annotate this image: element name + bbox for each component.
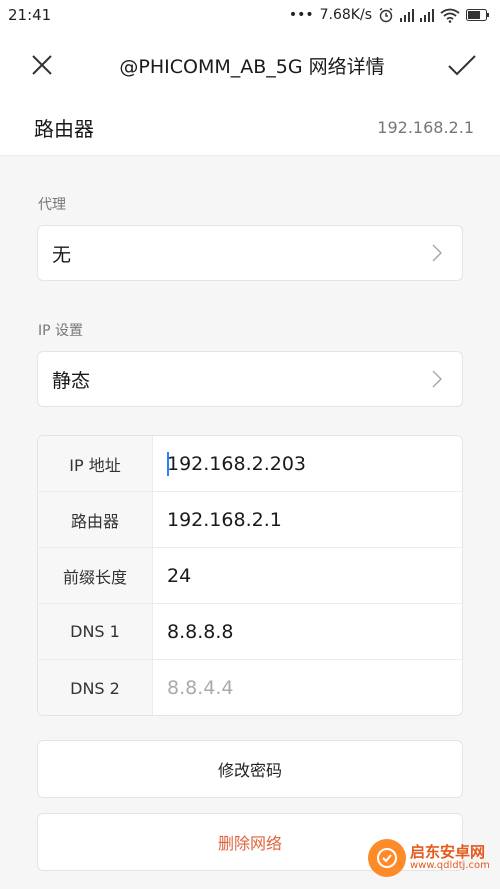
status-time: 21:41 [8, 6, 52, 24]
watermark-text: 启东安卓网 www.qdldtj.com [410, 844, 490, 872]
confirm-button[interactable] [442, 45, 482, 85]
ip-settings-section-label: IP 设置 [38, 323, 84, 339]
page-title: @PHICOMM_AB_5G 网络详情 [119, 55, 385, 78]
ip-address-label: IP 地址 [38, 436, 153, 491]
title-bar: @PHICOMM_AB_5G 网络详情 [0, 30, 500, 100]
dns1-input[interactable]: 8.8.8.8 [153, 604, 462, 659]
proxy-select[interactable]: 无 [37, 225, 463, 281]
check-icon [448, 55, 476, 76]
text-cursor [167, 452, 169, 476]
router-info-row: 路由器 192.168.2.1 [0, 100, 500, 156]
ip-address-row: IP 地址 192.168.2.203 [38, 436, 462, 492]
alarm-icon [379, 7, 393, 23]
prefix-length-input[interactable]: 24 [153, 548, 462, 603]
signal-icon [400, 8, 414, 22]
close-icon [32, 55, 52, 75]
watermark: 启东安卓网 www.qdldtj.com [368, 826, 500, 889]
gateway-label: 路由器 [38, 492, 153, 547]
ip-settings-select[interactable]: 静态 [37, 351, 463, 407]
dns2-placeholder: 8.8.4.4 [167, 677, 234, 699]
chevron-right-icon [432, 370, 442, 388]
dns1-value: 8.8.8.8 [167, 620, 234, 643]
ip-settings-value: 静态 [52, 369, 91, 392]
watermark-name: 启东安卓网 [410, 842, 486, 861]
dns2-row: DNS 2 8.8.4.4 [38, 660, 462, 715]
dns2-input[interactable]: 8.8.4.4 [153, 660, 462, 715]
prefix-length-row: 前缀长度 24 [38, 548, 462, 604]
ip-address-value: 192.168.2.203 [167, 452, 307, 475]
ip-address-input[interactable]: 192.168.2.203 [153, 436, 462, 491]
chevron-right-icon [432, 244, 442, 262]
dns1-row: DNS 1 8.8.8.8 [38, 604, 462, 660]
watermark-logo-icon [368, 838, 406, 877]
dns1-label: DNS 1 [38, 604, 153, 659]
proxy-section-label: 代理 [38, 197, 66, 213]
watermark-url: www.qdldtj.com [410, 860, 490, 872]
prefix-length-value: 24 [167, 564, 192, 587]
close-button[interactable] [22, 45, 62, 85]
status-bar: 21:41 ••• 7.68K/s [0, 0, 500, 30]
signal-icon-2 [420, 8, 434, 22]
gateway-row: 路由器 192.168.2.1 [38, 492, 462, 548]
status-indicators: ••• 7.68K/s [289, 7, 490, 23]
router-label: 路由器 [34, 117, 94, 141]
status-dots: ••• [288, 7, 314, 23]
modify-password-button[interactable]: 修改密码 [37, 740, 463, 798]
ip-config-table: IP 地址 192.168.2.203 路由器 192.168.2.1 前缀长度… [37, 435, 463, 716]
dns2-label: DNS 2 [38, 660, 153, 715]
proxy-value: 无 [52, 243, 72, 266]
network-speed: 7.68K/s [319, 7, 372, 23]
gateway-value: 192.168.2.1 [167, 508, 282, 531]
wifi-icon [440, 8, 460, 23]
prefix-length-label: 前缀长度 [38, 548, 153, 603]
gateway-input[interactable]: 192.168.2.1 [153, 492, 462, 547]
battery-icon [466, 9, 489, 21]
router-value: 192.168.2.1 [377, 118, 474, 137]
